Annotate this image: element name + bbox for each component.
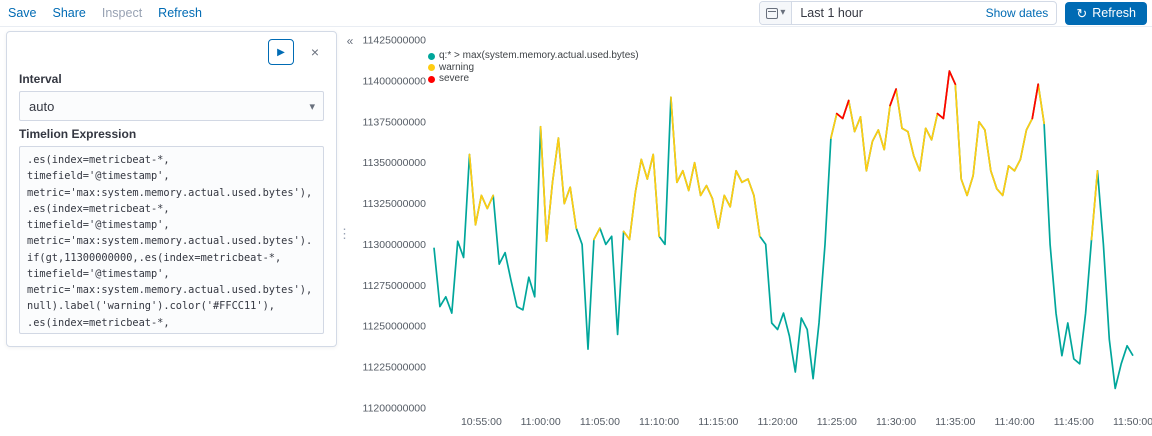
- inspect-link[interactable]: Inspect: [102, 6, 142, 20]
- svg-text:11200000000: 11200000000: [363, 403, 427, 415]
- run-expression-button[interactable]: ▶: [268, 39, 294, 65]
- svg-text:11:45:00: 11:45:00: [1054, 416, 1094, 428]
- refresh-button[interactable]: ↻ Refresh: [1065, 1, 1147, 25]
- show-dates-link[interactable]: Show dates: [986, 6, 1057, 20]
- svg-text:11250000000: 11250000000: [363, 321, 427, 333]
- svg-text:11225000000: 11225000000: [363, 362, 427, 374]
- legend-item: severe: [428, 73, 639, 85]
- save-link[interactable]: Save: [8, 6, 37, 20]
- play-icon: ▶: [277, 46, 285, 58]
- svg-text:11275000000: 11275000000: [363, 280, 427, 292]
- svg-text:11300000000: 11300000000: [363, 239, 427, 251]
- svg-text:11425000000: 11425000000: [363, 35, 427, 47]
- resize-dots-icon: ⋮: [338, 226, 351, 241]
- time-picker: ▾ Last 1 hour Show dates: [759, 1, 1058, 25]
- close-panel-button[interactable]: ×: [306, 43, 324, 61]
- close-icon: ×: [310, 44, 320, 60]
- chart-legend: q:* > max(system.memory.actual.used.byte…: [428, 50, 639, 85]
- top-toolbar: Save Share Inspect Refresh ▾ Last 1 hour…: [0, 0, 1152, 27]
- refresh-icon: ↻: [1076, 5, 1088, 21]
- svg-text:11350000000: 11350000000: [363, 157, 427, 169]
- chevron-down-icon: ▾: [780, 7, 786, 18]
- legend-color-dot: [428, 75, 435, 83]
- legend-color-dot: [428, 64, 435, 72]
- legend-label: q:* > max(system.memory.actual.used.byte…: [439, 50, 639, 61]
- timelion-expression-input[interactable]: .es(index=metricbeat-*, timefield='@time…: [19, 146, 324, 334]
- interval-label: Interval: [19, 72, 62, 86]
- share-link[interactable]: Share: [53, 6, 86, 20]
- refresh-button-label: Refresh: [1092, 6, 1136, 20]
- timelion-editor-panel: ▶ × Interval auto ▾ Timelion Expression …: [6, 31, 337, 347]
- time-controls: ▾ Last 1 hour Show dates ↻ Refresh: [759, 1, 1147, 25]
- chevron-down-icon: ▾: [309, 100, 315, 113]
- svg-text:11:25:00: 11:25:00: [817, 416, 857, 428]
- calendar-icon: [766, 7, 779, 19]
- svg-text:11:50:00: 11:50:00: [1113, 416, 1152, 428]
- legend-color-dot: [428, 52, 435, 60]
- interval-value: auto: [29, 98, 55, 114]
- expression-label: Timelion Expression: [19, 127, 137, 141]
- svg-text:11:35:00: 11:35:00: [935, 416, 975, 428]
- legend-item: q:* > max(system.memory.actual.used.byte…: [428, 50, 639, 62]
- svg-text:11:30:00: 11:30:00: [876, 416, 916, 428]
- svg-text:11:05:00: 11:05:00: [580, 416, 620, 428]
- svg-text:11400000000: 11400000000: [363, 75, 427, 87]
- svg-text:11:10:00: 11:10:00: [639, 416, 679, 428]
- svg-text:11325000000: 11325000000: [363, 198, 427, 210]
- refresh-link[interactable]: Refresh: [158, 6, 202, 20]
- panel-resize-handle[interactable]: ⋮: [338, 226, 351, 242]
- interval-select[interactable]: auto ▾: [19, 91, 324, 121]
- toolbar-links: Save Share Inspect Refresh: [8, 6, 202, 20]
- editor-panel-header: ▶ ×: [19, 38, 324, 66]
- legend-item: warning: [428, 61, 639, 74]
- legend-label: warning: [439, 61, 475, 73]
- svg-text:11:40:00: 11:40:00: [994, 416, 1034, 428]
- svg-text:11:15:00: 11:15:00: [698, 416, 738, 428]
- chart-svg[interactable]: 11200000000 11225000000 11250000000 1127500…: [356, 27, 1152, 431]
- time-range-value[interactable]: Last 1 hour: [792, 6, 985, 20]
- chart-area: 11200000000 11225000000 11250000000 1127500…: [356, 27, 1152, 431]
- svg-text:11:20:00: 11:20:00: [758, 416, 798, 428]
- svg-text:11375000000: 11375000000: [363, 116, 427, 128]
- calendar-button[interactable]: ▾: [760, 2, 793, 24]
- legend-label: severe: [439, 73, 470, 84]
- collapse-icon: «: [346, 34, 354, 48]
- svg-text:11:00:00: 11:00:00: [521, 416, 561, 428]
- svg-text:10:55:00: 10:55:00: [461, 416, 502, 428]
